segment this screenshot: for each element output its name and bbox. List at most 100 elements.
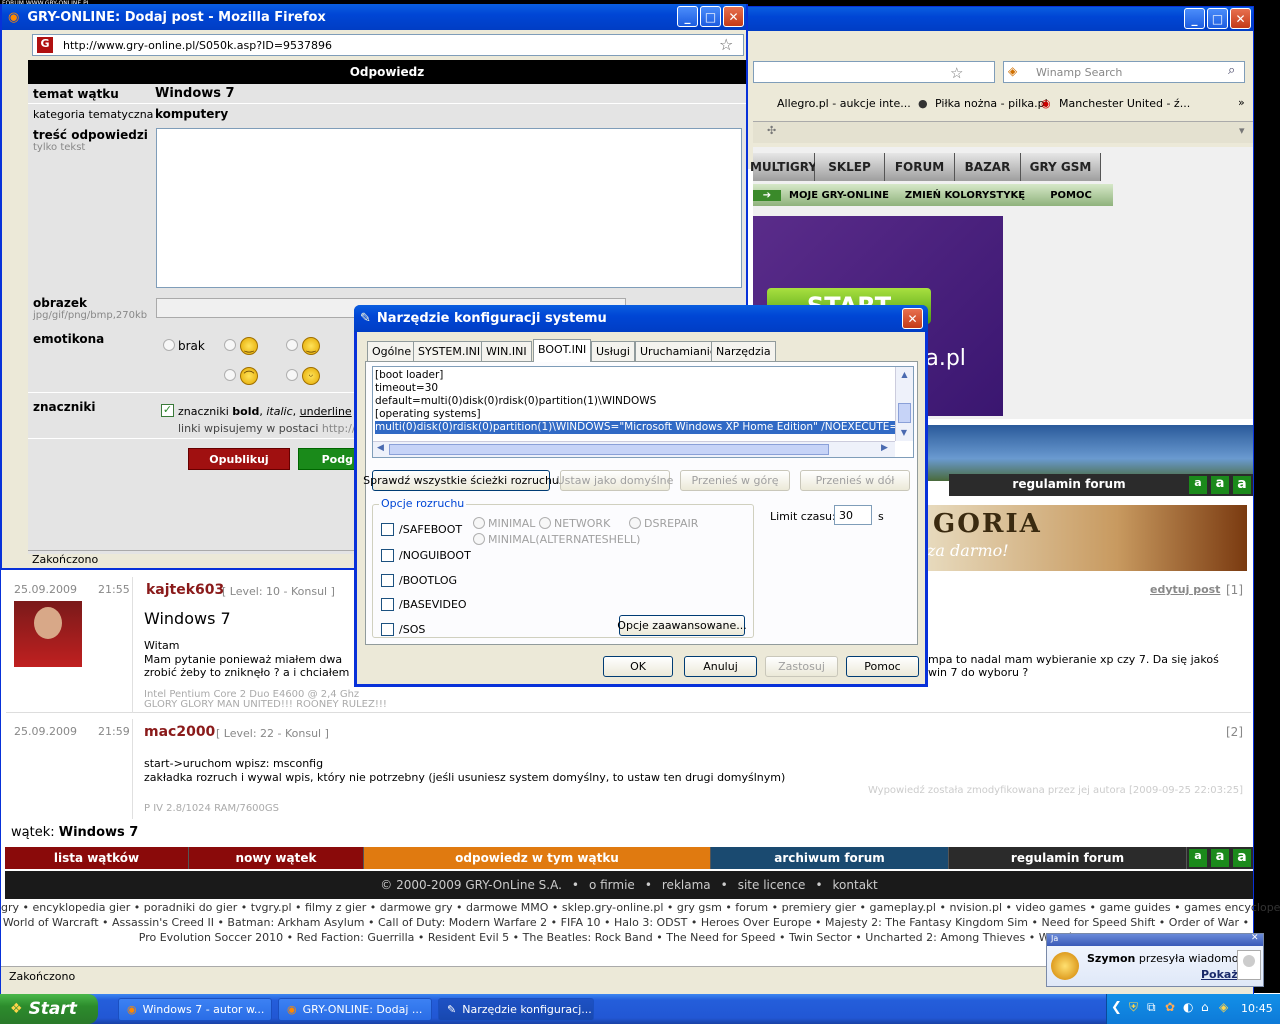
winamp-tray-icon[interactable]: ◈ xyxy=(1219,1000,1228,1014)
publish-button[interactable]: Opublikuj xyxy=(188,448,290,470)
footer-licence[interactable]: site licence xyxy=(738,878,806,892)
popup-close-button[interactable]: ✕ xyxy=(723,6,744,27)
minimal-radio[interactable] xyxy=(473,517,485,529)
new-tab-icon[interactable]: ✣ xyxy=(767,124,776,137)
nav-sklep[interactable]: SKLEP xyxy=(815,153,885,181)
emoticon-radio-sad[interactable] xyxy=(224,369,236,381)
move-up-button[interactable]: Przenieś w górę xyxy=(680,470,790,491)
vertical-scrollbar[interactable]: ▲ ▼ xyxy=(895,367,913,441)
bg-minimize-button[interactable]: _ xyxy=(1184,8,1205,29)
star-icon[interactable]: ☆ xyxy=(719,35,733,54)
subnav-kolorystyka[interactable]: ZMIEŃ KOLORYSTYKĘ xyxy=(897,190,1033,201)
font-medium-button[interactable]: a xyxy=(1211,476,1229,494)
sos-checkbox[interactable] xyxy=(381,623,394,636)
tags-checkbox[interactable]: ✓ xyxy=(161,404,174,417)
nav-rules[interactable]: regulamin forum xyxy=(949,847,1187,869)
move-down-button[interactable]: Przenieś w dół xyxy=(800,470,910,491)
cancel-button[interactable]: Anuluj xyxy=(684,656,757,677)
nav-gry-gsm[interactable]: GRY GSM xyxy=(1021,153,1101,181)
usb-icon[interactable]: ⌂ xyxy=(1201,1000,1209,1014)
tab-win-ini[interactable]: WIN.INI xyxy=(481,341,532,361)
horizontal-scrollbar[interactable]: ◀ ▶ xyxy=(373,441,895,457)
nav-reply[interactable]: odpowiedz w tym wątku xyxy=(364,847,711,869)
emoticon-radio-smile[interactable] xyxy=(224,339,236,351)
tab-startup[interactable]: Uruchamianie xyxy=(635,341,722,361)
content-textarea[interactable] xyxy=(156,128,742,288)
set-default-button[interactable]: Ustaw jako domyślne xyxy=(557,470,673,491)
bootlog-checkbox[interactable] xyxy=(381,574,394,587)
bg-url-field-end[interactable]: ☆ xyxy=(753,61,995,83)
advanced-options-button[interactable]: Opcje zaawansowane... xyxy=(617,615,747,636)
chevron-right-icon[interactable]: » xyxy=(1238,96,1245,109)
shield-icon[interactable]: ⛨ xyxy=(1129,1000,1138,1015)
search-icon[interactable]: ⌕ xyxy=(1228,63,1235,78)
taskbar-item-msconfig[interactable]: ✎ Narzędzie konfiguracj... xyxy=(438,998,594,1021)
tab-system-ini[interactable]: SYSTEM.INI xyxy=(413,341,486,361)
font-medium-button[interactable]: a xyxy=(1211,849,1229,867)
safeboot-checkbox[interactable] xyxy=(381,523,394,536)
help-button[interactable]: Pomoc xyxy=(846,656,919,677)
emoticon-none-radio[interactable] xyxy=(163,339,175,351)
star-icon[interactable]: ☆ xyxy=(950,64,963,82)
tab-boot-ini[interactable]: BOOT.INI xyxy=(533,339,592,362)
taskbar-item-firefox-2[interactable]: ◉ GRY-ONLINE: Dodaj ... xyxy=(278,998,432,1021)
popup-url-field[interactable]: G http://www.gry-online.pl/S050k.asp?ID=… xyxy=(32,34,744,56)
tab-tools[interactable]: Narzędzia xyxy=(711,341,776,361)
timeout-input[interactable] xyxy=(834,505,872,525)
network-icon[interactable]: ⧉ xyxy=(1147,1000,1156,1015)
post-author[interactable]: mac2000 xyxy=(144,724,215,740)
subnav-pomoc[interactable]: POMOC xyxy=(1033,190,1109,201)
boot-ini-textbox[interactable]: [boot loader] timeout=30 default=multi(0… xyxy=(372,366,914,458)
font-small-button[interactable]: a xyxy=(1189,849,1207,867)
nav-new-thread[interactable]: nowy wątek xyxy=(189,847,364,869)
im-notification[interactable]: Ja ✕ Szymon przesyła wiadomość. Pokaż xyxy=(1046,933,1264,987)
bg-maximize-button[interactable]: □ xyxy=(1207,8,1228,29)
bookmark-allegro[interactable]: Allegro.pl - aukcje inte... xyxy=(777,97,911,110)
edit-post-link[interactable]: edytuj post xyxy=(1150,583,1220,596)
popup-minimize-button[interactable]: _ xyxy=(677,6,698,27)
basevideo-checkbox[interactable] xyxy=(381,598,394,611)
footer-links-row-2[interactable]: World of Warcraft • Assassin's Creed II … xyxy=(1,916,1251,929)
taskbar-item-firefox-1[interactable]: ◉ Windows 7 - autor w... xyxy=(118,998,272,1021)
preview-button[interactable]: Podg xyxy=(298,448,358,470)
minimal-altshell-radio[interactable] xyxy=(473,533,485,545)
game-banner[interactable]: GORIA za darmo! xyxy=(921,505,1247,571)
bg-close-button[interactable]: ✕ xyxy=(1230,8,1251,29)
notification-show-link[interactable]: Pokaż xyxy=(1201,968,1238,981)
boot-line-5-selected[interactable]: multi(0)disk(0)rdisk(0)partition(1)\WIND… xyxy=(375,421,897,434)
bookmark-manutd[interactable]: Manchester United - ź... xyxy=(1059,97,1190,110)
nav-multigry[interactable]: MULTIGRY xyxy=(750,153,817,181)
tab-list-icon[interactable]: ▾ xyxy=(1239,124,1245,137)
notification-close-icon[interactable]: ✕ xyxy=(1251,933,1259,943)
ok-button[interactable]: OK xyxy=(603,656,673,677)
emoticon-radio-wink[interactable] xyxy=(286,339,298,351)
nav-thread-list[interactable]: lista wątków xyxy=(5,847,189,869)
volume-icon[interactable]: ◐ xyxy=(1183,1000,1193,1014)
tray-expand-icon[interactable]: ❮ xyxy=(1111,1000,1122,1015)
search-input[interactable]: ◈ Winamp Search ⌕ xyxy=(1003,61,1245,83)
dsrepair-radio[interactable] xyxy=(629,517,641,529)
gadu-tray-icon[interactable]: ✿ xyxy=(1165,1000,1175,1014)
font-small-button[interactable]: a xyxy=(1189,476,1207,494)
tab-services[interactable]: Usługi xyxy=(591,341,635,361)
footer-links-row-1[interactable]: gry • encyklopedia gier • poradniki do g… xyxy=(1,901,1280,914)
bookmark-pilka[interactable]: Piłka nożna - pilka.pl xyxy=(935,97,1048,110)
msconfig-close-button[interactable]: ✕ xyxy=(902,308,923,329)
font-large-button[interactable]: a xyxy=(1233,849,1251,867)
network-radio[interactable] xyxy=(539,517,551,529)
nav-bazar[interactable]: BAZAR xyxy=(955,153,1021,181)
footer-ads[interactable]: reklama xyxy=(662,878,711,892)
font-large-button[interactable]: a xyxy=(1233,476,1251,494)
footer-contact[interactable]: kontakt xyxy=(833,878,878,892)
noguiboot-checkbox[interactable] xyxy=(381,549,394,562)
emoticon-radio-tongue[interactable] xyxy=(286,369,298,381)
post-author[interactable]: kajtek603 xyxy=(146,582,224,598)
check-boot-paths-button[interactable]: Sprawdź wszystkie ścieżki rozruchu xyxy=(363,470,559,491)
nav-archive[interactable]: archiwum forum xyxy=(711,847,949,869)
popup-maximize-button[interactable]: □ xyxy=(700,6,721,27)
start-button[interactable]: ❖ Start xyxy=(0,994,98,1024)
regulamin-top-link[interactable]: regulamin forum xyxy=(949,477,1189,491)
nav-forum[interactable]: FORUM xyxy=(885,153,955,181)
subnav-moje[interactable]: MOJE GRY-ONLINE xyxy=(781,190,897,201)
footer-about[interactable]: o firmie xyxy=(589,878,635,892)
